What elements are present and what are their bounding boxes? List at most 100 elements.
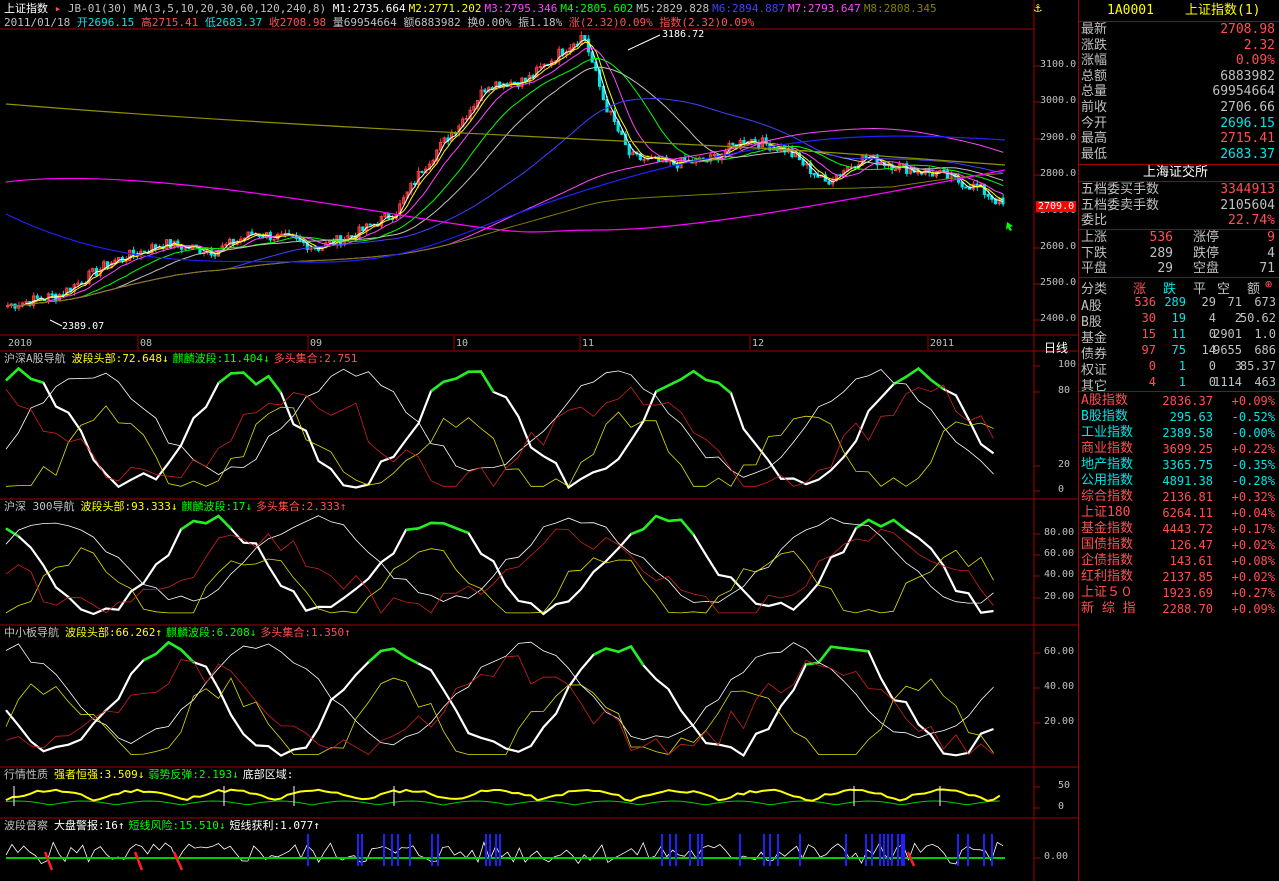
anchor-icon[interactable]: ⚓ — [1034, 1, 1042, 16]
panel-title[interactable]: 中小板导航 — [4, 626, 59, 639]
table-cell: 19 — [1171, 311, 1186, 325]
table-cell: 1 — [1178, 359, 1186, 373]
table-cell: 97 — [1141, 343, 1156, 357]
depth-value: 22.74% — [1228, 213, 1275, 229]
chart-title: 上证指数 — [4, 2, 48, 15]
chart-area[interactable]: 上证指数 ▸ JB-01(30) MA(3,5,10,20,30,60,120,… — [0, 0, 1078, 881]
index-name: 红利指数 — [1081, 569, 1134, 584]
index-name: A股指数 — [1081, 393, 1128, 408]
breadth-value: 4 — [1267, 245, 1275, 261]
index-row[interactable]: B股指数 295.63 -0.52% — [1079, 409, 1279, 425]
quote-label: 最低 — [1081, 146, 1108, 162]
index-row[interactable]: 企债指数 143.61 +0.08% — [1079, 553, 1279, 569]
panel-axis-label: 0 — [1058, 484, 1065, 495]
breadth-row: 平盘 29 空盘 71 — [1079, 261, 1279, 277]
quote-turnover: 换0.00% — [467, 16, 512, 29]
index-pct: -0.00% — [1231, 426, 1275, 440]
quote-value: 2715.41 — [1220, 131, 1275, 147]
panel-title[interactable]: 波段督察 — [4, 819, 48, 832]
panel-title[interactable]: 沪深A股导航 — [4, 352, 66, 365]
index-row[interactable]: 上证５０ 1923.69 +0.27% — [1079, 585, 1279, 601]
panel-title-row: 沪深 300导航 波段头部:93.333↓ 麒麟波段:17↓ 多头集合:2.333↑ — [4, 500, 350, 514]
index-row[interactable]: 综合指数 2136.81 +0.32% — [1079, 489, 1279, 505]
divider — [1079, 391, 1279, 392]
panel-axis-label: 0 — [1058, 801, 1065, 812]
index-row[interactable]: A股指数 2836.37 +0.09% — [1079, 393, 1279, 409]
panel-axis-label: 80.00 — [1044, 527, 1075, 538]
panel-title[interactable]: 行情性质 — [4, 768, 48, 781]
index-row[interactable]: 商业指数 3699.25 +0.22% — [1079, 441, 1279, 457]
panel-axis-label: 60.00 — [1044, 646, 1075, 657]
table-cell: 9655 — [1213, 343, 1242, 357]
date-tick-label: 2011 — [930, 338, 955, 349]
low-marker — [49, 319, 63, 327]
triangle-right-icon[interactable]: ▸ — [55, 2, 62, 15]
last-price-tag: 2709.0 — [1036, 201, 1077, 212]
quote-close: 收2708.98 — [268, 16, 327, 29]
quote-amount: 额6883982 — [403, 16, 461, 29]
depth-value: 2105604 — [1220, 197, 1275, 213]
table-cell: 11 — [1171, 327, 1186, 341]
index-row[interactable]: 公用指数 4891.38 -0.28% — [1079, 473, 1279, 489]
panel-axis-label: 0.00 — [1044, 851, 1069, 862]
index-value: 143.61 — [1169, 554, 1213, 568]
quote-row: 前收 2706.66 — [1079, 100, 1279, 116]
panel-indicator-value: 麒麟波段:11.404↓ — [172, 352, 270, 365]
panel-indicator-value: 波段头部:72.648↓ — [71, 352, 169, 365]
index-name: B股指数 — [1081, 409, 1128, 424]
table-cell: 85.37 — [1239, 359, 1276, 373]
depth-row: 五档委卖手数 2105604 — [1079, 198, 1279, 214]
stock-code: 1A0001 — [1107, 3, 1154, 18]
ma-params: MA(3,5,10,20,30,60,120,240,8) — [134, 2, 327, 15]
panel-title-row: 波段督察 大盘警报:16↑ 短线风险:15.510↓ 短线获利:1.077↑ — [4, 819, 324, 833]
panel-title[interactable]: 沪深 300导航 — [4, 500, 75, 513]
header-line-1: 上证指数 ▸ JB-01(30) MA(3,5,10,20,30,60,120,… — [4, 2, 940, 16]
chart-canvas[interactable] — [0, 0, 1078, 881]
quote-value: 2708.98 — [1220, 22, 1275, 37]
index-value: 2389.58 — [1162, 426, 1213, 440]
exchange-name: 上海证交所 — [1143, 165, 1209, 180]
indicator-name[interactable]: JB-01(30) — [68, 2, 128, 15]
table-cell: 1.0 — [1254, 327, 1276, 341]
quote-amplitude: 振1.18% — [518, 16, 563, 29]
long-ma-line — [5, 135, 1006, 263]
index-row[interactable]: 上证180 6264.11 +0.04% — [1079, 505, 1279, 521]
index-pct: +0.02% — [1231, 570, 1275, 584]
panel-indicator-value: 短线获利:1.077↑ — [229, 819, 320, 832]
index-value: 1923.69 — [1162, 586, 1213, 600]
add-icon[interactable]: ⊕ — [1265, 277, 1272, 291]
quote-sidebar: 1A0001 上证指数(1) 最新 2708.98 涨跌 2.32 涨幅 0.09% 总额 6… — [1078, 0, 1279, 881]
index-row[interactable]: 国债指数 126.47 +0.02% — [1079, 537, 1279, 553]
date-tick-label: 2010 — [8, 338, 33, 349]
index-pct: +0.02% — [1231, 538, 1275, 552]
breadth-row: 上涨 536 涨停 9 — [1079, 230, 1279, 246]
ma-line — [7, 41, 1004, 307]
ma-line — [7, 66, 1004, 307]
index-row[interactable]: 地产指数 3365.75 -0.35% — [1079, 457, 1279, 473]
panel-axis-label: 20.00 — [1044, 591, 1075, 602]
candlesticks — [6, 31, 1005, 312]
price-tick-label: 2400.0 — [1040, 313, 1077, 324]
quote-value: 2.32 — [1243, 37, 1275, 53]
quote-label: 涨幅 — [1081, 53, 1108, 69]
table-cell: 536 — [1134, 295, 1156, 309]
ma-value: M2:2771.202 — [408, 2, 482, 15]
table-cell: 75 — [1171, 343, 1186, 357]
index-row[interactable]: 工业指数 2389.58 -0.00% — [1079, 425, 1279, 441]
index-row[interactable]: 基金指数 4443.72 +0.17% — [1079, 521, 1279, 537]
index-value: 3365.75 — [1162, 458, 1213, 472]
period-label[interactable]: 日线 — [1044, 339, 1068, 356]
ma-value: M1:2735.664 — [332, 2, 406, 15]
table-cell: 29 — [1201, 295, 1216, 309]
panel-axis-label: 80 — [1058, 385, 1071, 396]
index-name: 新 综 指 — [1081, 601, 1136, 616]
panel-indicator-value: 波段头部:66.262↑ — [65, 626, 162, 639]
index-row[interactable]: 新 综 指 2288.70 +0.09% — [1079, 601, 1279, 617]
index-pct: -0.28% — [1231, 474, 1275, 488]
panel-title-row: 中小板导航 波段头部:66.262↑ 麒麟波段:6.208↓ 多头集合:1.350↑ — [4, 626, 355, 640]
table-cell: 2901 — [1213, 327, 1242, 341]
panel-indicator-value: 底部区域: — [242, 768, 294, 781]
index-row[interactable]: 红利指数 2137.85 +0.02% — [1079, 569, 1279, 585]
cursor-icon — [1006, 222, 1013, 231]
quote-label: 前收 — [1081, 100, 1108, 115]
